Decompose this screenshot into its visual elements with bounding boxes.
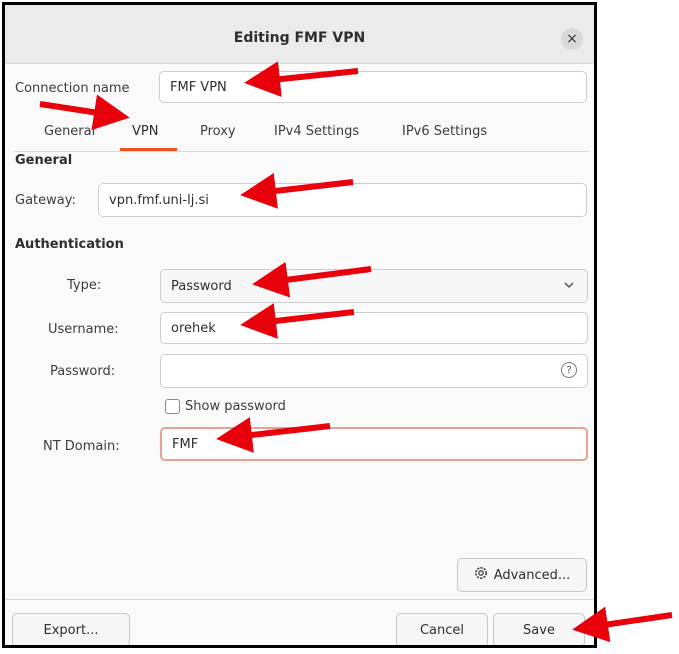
nt-domain-value: FMF <box>172 436 199 452</box>
red-arrow-icon <box>572 606 673 643</box>
connection-name-value: FMF VPN <box>170 79 227 95</box>
tab-ipv6-settings[interactable]: IPv6 Settings <box>402 124 487 139</box>
title-bar: Editing FMF VPN × <box>5 5 594 64</box>
chevron-down-icon <box>563 279 575 294</box>
gateway-value: vpn.fmf.uni-lj.si <box>109 192 209 208</box>
tab-vpn[interactable]: VPN <box>132 124 158 139</box>
advanced-label: Advanced... <box>493 567 571 583</box>
general-heading: General <box>15 153 73 168</box>
connection-name-label: Connection name <box>15 81 130 96</box>
auth-type-value: Password <box>171 278 232 294</box>
password-label: Password: <box>50 364 116 379</box>
tab-divider <box>15 151 589 152</box>
dialog-window: Editing FMF VPN × Connection name FMF VP… <box>2 2 597 648</box>
tab-bar: General VPN Proxy IPv4 Settings IPv6 Set… <box>15 117 589 152</box>
nt-domain-label: NT Domain: <box>43 439 120 454</box>
tab-proxy[interactable]: Proxy <box>200 124 236 139</box>
connection-name-input[interactable]: FMF VPN <box>159 71 587 103</box>
type-label: Type: <box>67 278 102 293</box>
close-icon: × <box>566 31 578 47</box>
show-password-checkbox[interactable] <box>165 399 180 414</box>
advanced-button[interactable]: Advanced... <box>457 558 587 592</box>
password-input[interactable]: ? <box>160 354 588 388</box>
tab-general[interactable]: General <box>44 124 95 139</box>
username-value: orehek <box>171 320 216 336</box>
dialog-title: Editing FMF VPN <box>233 30 366 46</box>
cancel-button[interactable]: Cancel <box>396 613 488 645</box>
gateway-input[interactable]: vpn.fmf.uni-lj.si <box>98 183 587 217</box>
gear-icon <box>474 566 488 584</box>
gateway-label: Gateway: <box>15 193 76 208</box>
question-circle-icon[interactable]: ? <box>561 362 577 378</box>
save-button[interactable]: Save <box>493 613 585 645</box>
export-button[interactable]: Export... <box>12 613 130 645</box>
username-input[interactable]: orehek <box>160 312 588 344</box>
authentication-heading: Authentication <box>15 237 124 252</box>
close-button[interactable]: × <box>561 28 583 50</box>
show-password-label[interactable]: Show password <box>185 399 286 414</box>
username-label: Username: <box>48 322 119 337</box>
tab-ipv4-settings[interactable]: IPv4 Settings <box>274 124 359 139</box>
footer-divider <box>5 599 594 600</box>
auth-type-select[interactable]: Password <box>160 269 588 303</box>
nt-domain-input[interactable]: FMF <box>160 427 588 461</box>
